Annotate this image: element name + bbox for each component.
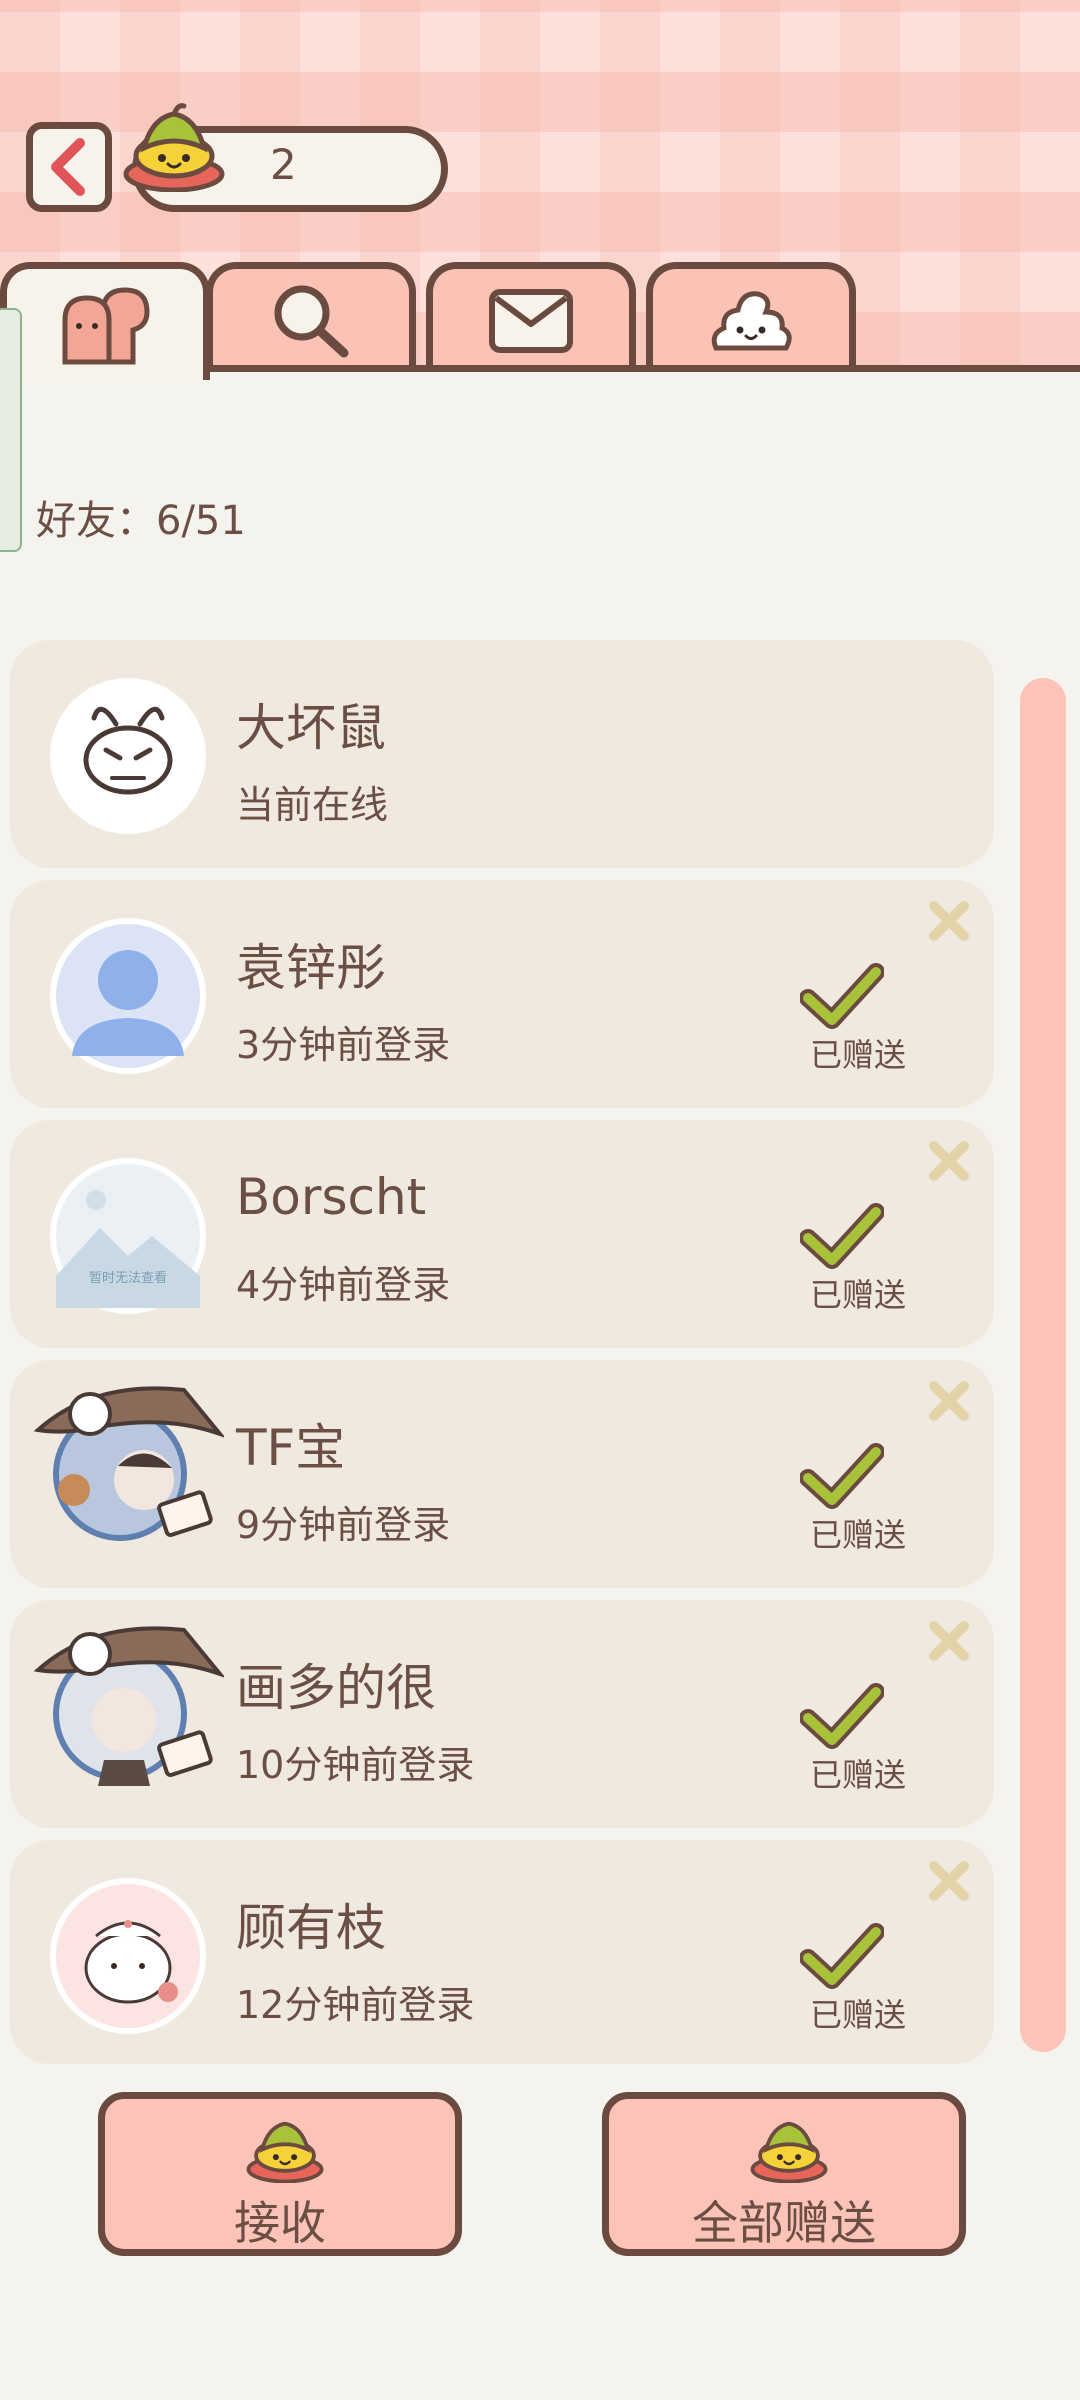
friend-card[interactable]: 袁锌彤 3分钟前登录 已赠送 [10, 880, 994, 1108]
poop-currency-icon [246, 2121, 324, 2183]
avatar-unavailable-text: 暂时无法查看 [89, 1270, 167, 1286]
check-icon [800, 1683, 884, 1749]
close-icon[interactable] [926, 1138, 972, 1184]
avatar [50, 678, 206, 834]
friend-card[interactable]: 暂时无法查看 Borscht 4分钟前登录 已赠送 [10, 1120, 994, 1348]
avatar [50, 1878, 206, 2034]
check-icon [800, 1203, 884, 1269]
search-icon [274, 285, 349, 357]
friend-status: 3分钟前登录 [236, 1023, 451, 1067]
friend-status: 9分钟前登录 [236, 1503, 451, 1547]
chevron-left-icon [51, 138, 85, 196]
friend-status: 12分钟前登录 [236, 1983, 475, 2027]
gift-all-button[interactable]: 全部赠送 [602, 2092, 966, 2256]
image-unavailable-avatar: 暂时无法查看 [56, 1190, 200, 1308]
check-icon [800, 963, 884, 1029]
friends-count: 好友：6/51 [36, 498, 246, 544]
avatar [34, 1626, 224, 1794]
mail-icon [489, 288, 573, 353]
receive-button-label: 接收 [234, 2196, 326, 2250]
friends-icon [62, 286, 150, 364]
side-drawer-handle[interactable] [0, 308, 22, 552]
gift-all-button-label: 全部赠送 [692, 2196, 876, 2250]
close-icon[interactable] [926, 1618, 972, 1664]
avatar: 暂时无法查看 [50, 1158, 206, 1314]
default-person-avatar [72, 950, 184, 1056]
gifted-label: 已赠送 [810, 1516, 907, 1554]
avatar [50, 918, 206, 1074]
friend-status: 10分钟前登录 [236, 1743, 475, 1787]
tab-baseline [204, 365, 1080, 372]
cat-chef-avatar [84, 1920, 178, 2004]
hat-character-avatar [34, 1386, 224, 1541]
bunny-sketch-avatar [83, 706, 173, 795]
receive-button[interactable]: 接收 [98, 2092, 462, 2256]
friend-status: 当前在线 [236, 783, 389, 827]
friend-name: 袁锌彤 [236, 939, 386, 997]
tab-search[interactable] [206, 262, 416, 372]
tab-poop[interactable] [646, 262, 856, 372]
currency-count: 2 [270, 140, 297, 189]
close-icon[interactable] [926, 1378, 972, 1424]
friend-name: 大坏鼠 [236, 699, 386, 757]
check-icon [800, 1923, 884, 1989]
friends-screen: { "header": { "counter_value": "2" }, "t… [0, 0, 1080, 2400]
gifted-label: 已赠送 [810, 1756, 907, 1794]
friend-name: Borscht [236, 1168, 427, 1226]
hat-character-avatar [34, 1626, 224, 1786]
tab-friends[interactable] [0, 262, 210, 380]
friend-status: 4分钟前登录 [236, 1263, 451, 1307]
tab-mail[interactable] [426, 262, 636, 372]
close-icon[interactable] [926, 1858, 972, 1904]
scrollbar[interactable] [1020, 678, 1066, 2052]
gifted-label: 已赠送 [810, 1276, 907, 1314]
friend-card[interactable]: 画多的很 10分钟前登录 已赠送 [10, 1600, 994, 1828]
friend-name: TF宝 [236, 1419, 346, 1477]
back-button[interactable] [26, 122, 112, 212]
friend-card[interactable]: 顾有枝 12分钟前登录 已赠送 [10, 1840, 994, 2064]
poop-icon [711, 290, 792, 350]
friend-card[interactable]: TF宝 9分钟前登录 已赠送 [10, 1360, 994, 1588]
friend-card[interactable]: 大坏鼠 当前在线 [10, 640, 994, 868]
poop-currency-icon [750, 2121, 828, 2183]
close-icon[interactable] [926, 898, 972, 944]
friend-name: 顾有枝 [236, 1899, 386, 1957]
poop-currency-icon [123, 103, 225, 192]
gifted-label: 已赠送 [810, 1036, 907, 1074]
friend-name: 画多的很 [236, 1659, 436, 1717]
gifted-label: 已赠送 [810, 1996, 907, 2034]
avatar [34, 1386, 224, 1554]
check-icon [800, 1443, 884, 1509]
